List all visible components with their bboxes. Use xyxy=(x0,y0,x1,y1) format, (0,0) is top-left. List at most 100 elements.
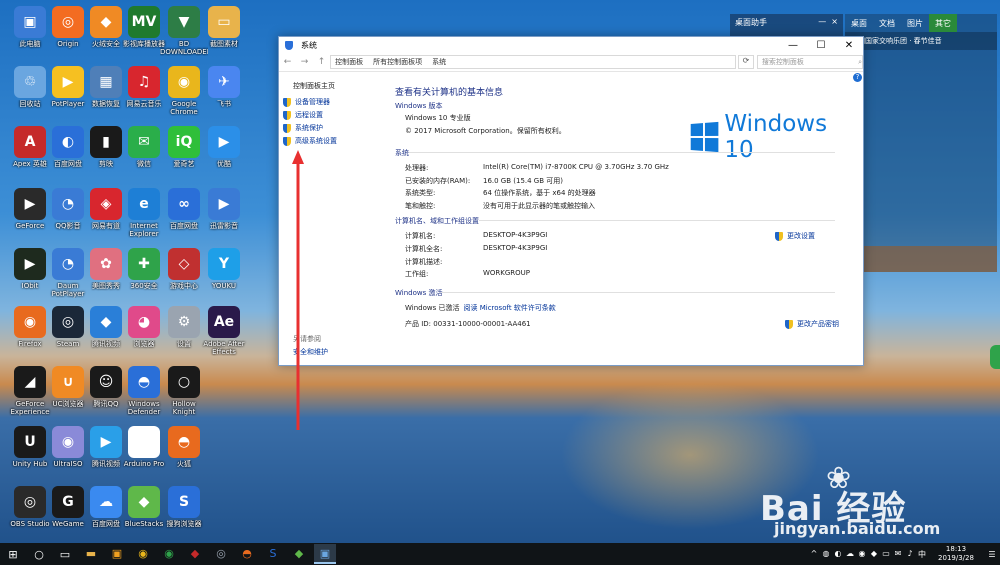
info-label: 处理器: xyxy=(405,164,429,172)
info-value: Intel(R) Core(TM) i7-8700K CPU @ 3.70GHz… xyxy=(483,163,669,171)
info-row: 处理器: Intel(R) Core(TM) i7-8700K CPU @ 3.7… xyxy=(405,163,669,173)
desktop-icon-label: YOUKU xyxy=(211,282,237,290)
tab-images[interactable]: 图片 xyxy=(901,14,929,32)
tray-icon[interactable]: ☁ xyxy=(844,549,856,560)
maximize-button[interactable]: ☐ xyxy=(807,40,835,51)
panel-footer xyxy=(845,246,997,272)
info-row: 计算机全名: DESKTOP-4K3P9GI xyxy=(405,244,547,254)
change-settings-link[interactable]: 更改设置 xyxy=(775,231,815,241)
advanced-system-settings-link[interactable]: 高级系统设置 xyxy=(283,136,337,146)
info-value: 64 位操作系统，基于 x64 的处理器 xyxy=(483,189,596,197)
task-view-button[interactable]: ▭ xyxy=(54,545,76,563)
app-icon xyxy=(208,366,240,398)
tray-icon[interactable]: ◍ xyxy=(820,549,832,560)
remote-settings-link[interactable]: 远程设置 xyxy=(283,110,323,120)
clock[interactable]: 18:13 2019/3/28 xyxy=(928,545,984,563)
side-widget-handle[interactable] xyxy=(990,345,1000,369)
app-icon: ▣ xyxy=(14,6,46,38)
app-icon: ◕ xyxy=(128,306,160,338)
back-arrow-icon[interactable]: ← xyxy=(284,57,292,67)
desktop-icon[interactable]: ▶ 迅雷影音 xyxy=(200,186,248,240)
taskbar-app-icon[interactable]: ◆ xyxy=(288,544,310,562)
license-terms-link[interactable]: 阅读 Microsoft 软件许可条款 xyxy=(463,303,555,313)
taskbar-app-icon[interactable]: ◓ xyxy=(236,544,258,562)
app-icon: ◓ xyxy=(128,366,160,398)
taskbar-app-icon[interactable]: ▣ xyxy=(106,544,128,562)
system-protection-link[interactable]: 系统保护 xyxy=(283,123,323,133)
minimize-icon[interactable]: — xyxy=(818,17,826,26)
desktop-icon-label: 截图素材 xyxy=(210,40,238,48)
app-icon xyxy=(208,486,240,518)
notification-icon[interactable]: ☰ xyxy=(984,550,1000,559)
tray-icon[interactable]: 中 xyxy=(916,549,928,560)
app-icon: ♫ xyxy=(128,66,160,98)
tab-documents[interactable]: 文档 xyxy=(873,14,901,32)
taskbar-app-icon[interactable]: ◉ xyxy=(132,544,154,562)
app-icon: Ae xyxy=(208,306,240,338)
tray-icon[interactable]: ✉ xyxy=(892,549,904,560)
info-row: 已安装的内存(RAM): 16.0 GB (15.4 GB 可用) xyxy=(405,176,563,186)
desktop-icon[interactable]: ▶ 优酷 xyxy=(200,124,248,178)
taskbar-app-icon[interactable]: ◎ xyxy=(210,544,232,562)
tray-icon[interactable]: ◆ xyxy=(868,549,880,560)
info-value: DESKTOP-4K3P9GI xyxy=(483,243,548,252)
assistant-title: 桌面助手 xyxy=(735,18,767,27)
forward-arrow-icon[interactable]: → xyxy=(301,57,309,67)
breadcrumb-system[interactable]: 系统 xyxy=(432,57,446,67)
desktop-icon[interactable]: ✈ 飞书 xyxy=(200,64,248,118)
taskbar-app-icon[interactable]: S xyxy=(262,544,284,562)
tray-icon[interactable]: ◐ xyxy=(832,549,844,560)
change-product-key-link[interactable]: 更改产品密钥 xyxy=(785,319,839,329)
app-icon: e xyxy=(128,188,160,220)
desktop-icon-label: 优酷 xyxy=(217,160,231,168)
shield-icon xyxy=(283,136,291,146)
info-label: 系统类型: xyxy=(405,189,436,197)
baidu-watermark: ❀ Bai 经验 jingyan.baidu.com xyxy=(760,455,990,545)
tray-icon[interactable]: ▭ xyxy=(880,549,892,560)
desktop-icon[interactable]: ▭ 截图素材 xyxy=(200,4,248,58)
info-value: 没有可用于此显示器的笔或触控输入 xyxy=(483,201,595,210)
info-label: 计算机描述: xyxy=(405,257,443,266)
taskbar-app-icon[interactable]: ◆ xyxy=(184,544,206,562)
breadcrumb-all-items[interactable]: 所有控制面板项 xyxy=(373,57,422,67)
desktop-icon-label: 迅雷影音 xyxy=(210,222,238,230)
tab-other[interactable]: 其它 xyxy=(929,14,957,32)
desktop-icon[interactable]: Y YOUKU xyxy=(200,246,248,300)
annotation-arrow xyxy=(292,150,304,430)
desktop-icon[interactable]: Ae Adobe After Effects xyxy=(200,304,248,358)
desktop-icon xyxy=(200,484,248,538)
breadcrumb-control-panel[interactable]: 控制面板 xyxy=(335,57,363,67)
taskbar-app-icon[interactable]: ◉ xyxy=(158,544,180,562)
title-bar[interactable]: 系统 — ☐ ✕ xyxy=(279,37,863,53)
app-icon: ◆ xyxy=(128,486,160,518)
search-button[interactable]: ○ xyxy=(28,545,50,563)
search-placeholder: 搜索控制面板 xyxy=(761,58,804,66)
news-item[interactable]: 中国国家交响乐团 · 春节佳音 xyxy=(845,32,997,50)
tray-icon[interactable]: ♪ xyxy=(904,549,916,560)
tray-icon[interactable]: ◉ xyxy=(856,549,868,560)
tray-icon[interactable]: ^ xyxy=(808,549,820,560)
app-icon: ✉ xyxy=(128,126,160,158)
app-icon: ◎ xyxy=(52,6,84,38)
search-input[interactable]: 搜索控制面板 ⌕ xyxy=(756,55,863,69)
breadcrumb[interactable]: 控制面板 所有控制面板项 系统 xyxy=(330,55,737,69)
system-window: 系统 — ☐ ✕ ← → ↑ 控制面板 所有控制面板项 系统 ⟳ 搜索控制面板 … xyxy=(278,36,864,366)
taskbar-app-icon[interactable]: ▣ xyxy=(314,544,336,564)
device-manager-link[interactable]: 设备管理器 xyxy=(283,97,330,107)
close-button[interactable]: ✕ xyxy=(835,40,863,51)
minimize-button[interactable]: — xyxy=(779,40,807,51)
app-icon: ◓ xyxy=(168,426,200,458)
taskbar-app-icon[interactable]: ▬ xyxy=(80,544,102,562)
close-icon[interactable]: × xyxy=(831,17,838,26)
control-panel-home-link[interactable]: 控制面板主页 xyxy=(293,81,335,91)
tab-desktop[interactable]: 桌面 xyxy=(845,14,873,32)
start-button[interactable]: ⊞ xyxy=(2,545,24,563)
refresh-icon[interactable]: ⟳ xyxy=(738,55,754,69)
up-arrow-icon[interactable]: ↑ xyxy=(318,57,326,67)
system-icon xyxy=(285,40,293,50)
app-icon: U xyxy=(14,426,46,458)
system-header: 系统 xyxy=(395,149,409,157)
app-icon: S xyxy=(168,486,200,518)
app-icon: ✿ xyxy=(90,248,122,280)
app-icon: ◎ xyxy=(52,306,84,338)
